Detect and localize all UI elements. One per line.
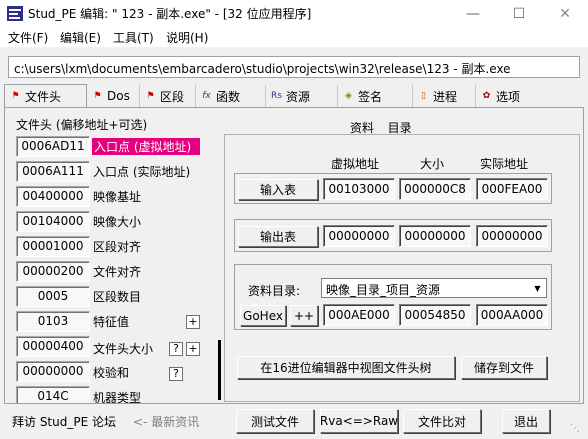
gohex-button[interactable]: GoHex bbox=[240, 305, 286, 326]
app-icon bbox=[7, 6, 23, 21]
dos-icon: ⚑ bbox=[93, 90, 102, 101]
export-table-button[interactable]: 输出表 bbox=[238, 226, 318, 247]
header-size-field[interactable]: 00000400 bbox=[16, 336, 90, 357]
file-alignment-field[interactable]: 00000200 bbox=[16, 261, 90, 282]
entry-point-va-field[interactable]: 0006AD11 bbox=[16, 136, 90, 157]
col-header-raw: 实际地址 bbox=[480, 157, 529, 171]
tab-label: 进程 bbox=[433, 89, 458, 104]
import-size-field[interactable]: 000000C8 bbox=[399, 178, 471, 200]
directory-raw-field[interactable]: 000AA000 bbox=[476, 304, 548, 326]
header-fields-panel: 文件头 (偏移地址+可选) 0006AD11 入口点 (虚拟地址) 0006A1… bbox=[10, 116, 222, 403]
header-size-label: 文件头大小 bbox=[93, 342, 154, 356]
tab-label: 文件头 bbox=[25, 90, 62, 104]
checksum-field[interactable]: 00000000 bbox=[16, 361, 90, 382]
file-header-icon: ⚑ bbox=[11, 91, 20, 101]
section-alignment-label: 区段对齐 bbox=[93, 240, 142, 254]
section-count-field[interactable]: 0005 bbox=[16, 286, 90, 307]
characteristics-edit-button[interactable]: + bbox=[186, 315, 200, 329]
checksum-label: 校验和 bbox=[93, 366, 130, 380]
process-icon: ▯ bbox=[421, 90, 426, 101]
resize-grip-icon[interactable]: ⋱ bbox=[570, 423, 580, 434]
tab-file-header[interactable]: ⚑ 文件头 bbox=[4, 84, 87, 108]
header-fields-title: 文件头 (偏移地址+可选) bbox=[16, 118, 148, 132]
compare-files-button[interactable]: 文件比对 bbox=[403, 409, 481, 433]
machine-type-field[interactable]: 014C bbox=[16, 386, 90, 403]
import-va-field[interactable]: 00103000 bbox=[323, 178, 395, 200]
menu-tools[interactable]: 工具(T) bbox=[113, 29, 154, 46]
tab-label: 签名 bbox=[358, 89, 383, 104]
sections-icon: ⚑ bbox=[146, 90, 155, 101]
signature-icon: ◈ bbox=[345, 90, 352, 101]
minimize-button[interactable]: — bbox=[450, 0, 496, 27]
tab-dos[interactable]: ⚑ Dos bbox=[87, 85, 140, 107]
export-size-field[interactable]: 00000000 bbox=[399, 225, 471, 247]
image-base-field[interactable]: 00400000 bbox=[16, 186, 90, 207]
export-raw-field[interactable]: 00000000 bbox=[476, 225, 548, 247]
exit-button[interactable]: 退出 bbox=[502, 409, 550, 433]
import-raw-field[interactable]: 000FEA00 bbox=[476, 178, 548, 200]
visit-forum-link[interactable]: 拜访 Stud_PE 论坛 bbox=[12, 413, 116, 430]
tab-process[interactable]: ▯ 进程 bbox=[413, 85, 476, 107]
entry-point-raw-field[interactable]: 0006A111 bbox=[16, 161, 90, 182]
test-file-button[interactable]: 测试文件 bbox=[236, 409, 314, 433]
directory-size-field[interactable]: 00054850 bbox=[399, 304, 471, 326]
image-base-label: 映像基址 bbox=[93, 190, 142, 204]
functions-icon: fx bbox=[202, 90, 211, 101]
rva-raw-button[interactable]: Rva<=>Raw bbox=[320, 409, 398, 433]
next-directory-button[interactable]: ++ bbox=[290, 305, 318, 326]
section-alignment-field[interactable]: 00001000 bbox=[16, 236, 90, 257]
tab-label: Dos bbox=[107, 89, 130, 103]
entry-point-raw-label: 入口点 (实际地址) bbox=[93, 165, 191, 179]
menu-edit[interactable]: 编辑(E) bbox=[60, 29, 101, 46]
checksum-help-button[interactable]: ? bbox=[169, 367, 183, 381]
tab-label: 资源 bbox=[286, 89, 311, 104]
resources-icon: Rs bbox=[271, 90, 282, 101]
tab-label: 选项 bbox=[496, 89, 521, 104]
tab-label: 函数 bbox=[216, 89, 241, 104]
close-button[interactable]: ✕ bbox=[542, 0, 588, 27]
tab-sections[interactable]: ⚑ 区段 bbox=[140, 85, 196, 107]
tab-functions[interactable]: fx 函数 bbox=[196, 85, 266, 107]
export-va-field[interactable]: 00000000 bbox=[323, 225, 395, 247]
file-alignment-label: 文件对齐 bbox=[93, 265, 142, 279]
data-directory-label: 资料目录: bbox=[248, 284, 301, 298]
col-header-size: 大小 bbox=[420, 157, 445, 171]
tab-options[interactable]: ✿ 选项 bbox=[476, 85, 546, 107]
header-size-help-button[interactable]: ? bbox=[169, 342, 183, 356]
header-size-edit-button[interactable]: + bbox=[186, 342, 200, 356]
characteristics-label: 特征值 bbox=[93, 315, 130, 329]
image-size-label: 映像大小 bbox=[93, 215, 142, 229]
characteristics-field[interactable]: 0103 bbox=[16, 311, 90, 332]
maximize-button[interactable]: ☐ bbox=[496, 0, 542, 27]
left-scrollbar-thumb[interactable] bbox=[218, 340, 221, 400]
tab-bar: ⚑ 文件头 ⚑ Dos ⚑ 区段 fx 函数 Rs 资源 ◈ 签名 ▯ 进程 ✿… bbox=[4, 84, 584, 108]
view-in-hex-editor-button[interactable]: 在16进位编辑器中视图文件头树 bbox=[237, 356, 455, 379]
entry-point-va-label: 入口点 (虚拟地址) bbox=[92, 138, 200, 155]
latest-news-link[interactable]: <- 最新资讯 bbox=[133, 413, 199, 430]
tab-label: 区段 bbox=[160, 89, 185, 104]
col-header-va: 虚拟地址 bbox=[331, 157, 380, 171]
menu-help[interactable]: 说明(H) bbox=[166, 29, 208, 46]
menu-file[interactable]: 文件(F) bbox=[8, 29, 48, 46]
chevron-down-icon[interactable]: ▼ bbox=[529, 279, 546, 297]
options-icon: ✿ bbox=[482, 90, 491, 101]
directory-va-field[interactable]: 000AE000 bbox=[323, 304, 395, 326]
window-title: Stud_PE 编辑: " 123 - 副本.exe" - [32 位应用程序] bbox=[28, 7, 312, 21]
tab-resources[interactable]: Rs 资源 bbox=[266, 85, 338, 107]
save-to-file-button[interactable]: 储存到文件 bbox=[461, 356, 547, 379]
data-directory-select[interactable]: 映像_目录_项目_资源 bbox=[321, 278, 547, 298]
image-size-field[interactable]: 00104000 bbox=[16, 211, 90, 232]
tab-signature[interactable]: ◈ 签名 bbox=[338, 85, 413, 107]
machine-type-label: 机器类型 bbox=[93, 391, 142, 403]
section-count-label: 区段数目 bbox=[93, 290, 142, 304]
import-table-button[interactable]: 输入表 bbox=[238, 179, 318, 200]
file-path-field[interactable]: c:\users\lxm\documents\embarcadero\studi… bbox=[8, 56, 580, 78]
